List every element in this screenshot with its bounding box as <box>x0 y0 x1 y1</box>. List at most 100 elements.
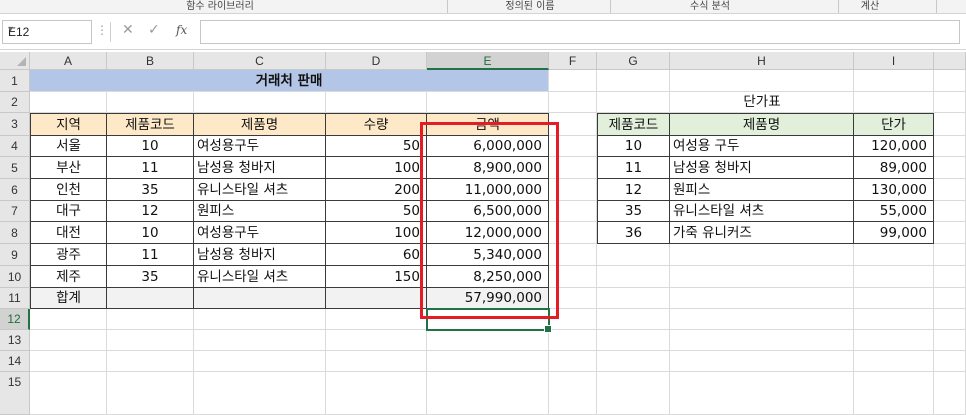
empty-cell[interactable] <box>934 372 966 415</box>
insert-function-icon[interactable]: fx <box>176 23 187 37</box>
sales-cell-product[interactable]: 유니스타일 셔츠 <box>194 179 326 201</box>
price-cell-product[interactable]: 원피스 <box>670 179 854 201</box>
empty-cell[interactable] <box>194 92 326 113</box>
empty-cell[interactable] <box>854 351 934 372</box>
empty-cell[interactable] <box>107 92 194 113</box>
empty-cell[interactable] <box>670 266 854 288</box>
empty-cell[interactable] <box>934 113 966 136</box>
column-header-d[interactable]: D <box>326 52 427 70</box>
empty-cell[interactable] <box>854 330 934 351</box>
sales-cell-region[interactable]: 대구 <box>30 201 107 222</box>
empty-cell[interactable] <box>934 179 966 201</box>
row-header-3[interactable]: 3 <box>0 113 30 136</box>
row-header-5[interactable]: 5 <box>0 157 30 179</box>
row-header-13[interactable]: 13 <box>0 330 30 351</box>
empty-cell[interactable] <box>854 309 934 330</box>
row-header-9[interactable]: 9 <box>0 244 30 266</box>
price-cell-code[interactable]: 12 <box>597 179 670 201</box>
empty-cell[interactable] <box>934 136 966 157</box>
sales-table-title[interactable]: 거래처 판매 <box>30 70 549 92</box>
ribbon-group-formula-auditing[interactable]: 수식 분석 <box>640 0 780 12</box>
price-cell-product[interactable]: 여성용 구두 <box>670 136 854 157</box>
sales-cell-quantity[interactable]: 100 <box>326 222 427 244</box>
row-header-11[interactable]: 11 <box>0 288 30 309</box>
empty-cell[interactable] <box>549 372 597 415</box>
sales-cell-code[interactable]: 11 <box>107 157 194 179</box>
empty-cell[interactable] <box>30 372 107 415</box>
empty-cell[interactable] <box>326 330 427 351</box>
empty-cell[interactable] <box>854 266 934 288</box>
empty-cell[interactable] <box>326 92 427 113</box>
empty-cell[interactable] <box>597 70 670 92</box>
empty-cell[interactable] <box>597 351 670 372</box>
row-header-2[interactable]: 2 <box>0 92 30 113</box>
sales-cell-region[interactable]: 인천 <box>30 179 107 201</box>
empty-cell[interactable] <box>854 372 934 415</box>
sales-total-empty-cell[interactable] <box>107 288 194 309</box>
ribbon-group-defined-names[interactable]: 정의된 이름 <box>460 0 600 12</box>
empty-cell[interactable] <box>30 330 107 351</box>
empty-cell[interactable] <box>427 330 549 351</box>
empty-cell[interactable] <box>934 92 966 113</box>
sales-header-product-name[interactable]: 제품명 <box>194 113 326 136</box>
empty-cell[interactable] <box>934 309 966 330</box>
empty-cell[interactable] <box>597 266 670 288</box>
sales-total-empty-cell[interactable] <box>194 288 326 309</box>
empty-cell[interactable] <box>670 244 854 266</box>
column-header-g[interactable]: G <box>597 52 670 70</box>
empty-cell[interactable] <box>854 92 934 113</box>
price-header-product-code[interactable]: 제품코드 <box>597 113 670 136</box>
empty-cell[interactable] <box>934 222 966 244</box>
empty-cell[interactable] <box>326 309 427 330</box>
sales-cell-product[interactable]: 남성용 청바지 <box>194 157 326 179</box>
empty-cell[interactable] <box>934 266 966 288</box>
empty-cell[interactable] <box>597 288 670 309</box>
sales-cell-region[interactable]: 부산 <box>30 157 107 179</box>
empty-cell[interactable] <box>194 351 326 372</box>
sales-cell-quantity[interactable]: 50 <box>326 201 427 222</box>
empty-cell[interactable] <box>854 70 934 92</box>
chevron-down-icon[interactable]: ▾ <box>8 24 85 35</box>
empty-cell[interactable] <box>597 92 670 113</box>
empty-cell[interactable] <box>194 372 326 415</box>
sales-cell-code[interactable]: 12 <box>107 201 194 222</box>
column-header-b[interactable]: B <box>107 52 194 70</box>
empty-cell[interactable] <box>549 70 597 92</box>
row-header-10[interactable]: 10 <box>0 266 30 288</box>
empty-cell[interactable] <box>597 330 670 351</box>
empty-cell[interactable] <box>549 351 597 372</box>
sales-cell-region[interactable]: 광주 <box>30 244 107 266</box>
row-header-7[interactable]: 7 <box>0 201 30 222</box>
empty-cell[interactable] <box>854 288 934 309</box>
row-header-15[interactable]: 15 <box>0 372 30 415</box>
sales-total-empty-cell[interactable] <box>326 288 427 309</box>
empty-cell[interactable] <box>107 351 194 372</box>
sales-cell-code[interactable]: 35 <box>107 266 194 288</box>
empty-cell[interactable] <box>670 309 854 330</box>
empty-cell[interactable] <box>107 330 194 351</box>
empty-cell[interactable] <box>934 70 966 92</box>
price-header-unit-price[interactable]: 단가 <box>854 113 934 136</box>
row-header-14[interactable]: 14 <box>0 351 30 372</box>
sales-cell-region[interactable]: 서울 <box>30 136 107 157</box>
empty-cell[interactable] <box>326 372 427 415</box>
price-cell-unit-price[interactable]: 120,000 <box>854 136 934 157</box>
sales-cell-product[interactable]: 유니스타일 셔츠 <box>194 266 326 288</box>
empty-cell[interactable] <box>934 330 966 351</box>
empty-cell[interactable] <box>597 309 670 330</box>
select-all-button[interactable] <box>0 52 30 70</box>
name-box[interactable]: E12 ▾ <box>2 20 92 44</box>
sales-cell-code[interactable]: 35 <box>107 179 194 201</box>
enter-icon[interactable]: ✓ <box>148 22 160 38</box>
sales-cell-quantity[interactable]: 50 <box>326 136 427 157</box>
empty-cell[interactable] <box>427 351 549 372</box>
spreadsheet-grid[interactable]: A B C D E F G H I 1 2 3 4 5 6 7 8 9 10 1… <box>0 52 966 415</box>
sales-cell-product[interactable]: 여성용구두 <box>194 136 326 157</box>
empty-cell[interactable] <box>670 330 854 351</box>
empty-cell[interactable] <box>30 309 107 330</box>
sales-header-region[interactable]: 지역 <box>30 113 107 136</box>
row-header-4[interactable]: 4 <box>0 136 30 157</box>
column-header-j[interactable] <box>934 52 966 70</box>
empty-cell[interactable] <box>670 351 854 372</box>
price-cell-unit-price[interactable]: 89,000 <box>854 157 934 179</box>
